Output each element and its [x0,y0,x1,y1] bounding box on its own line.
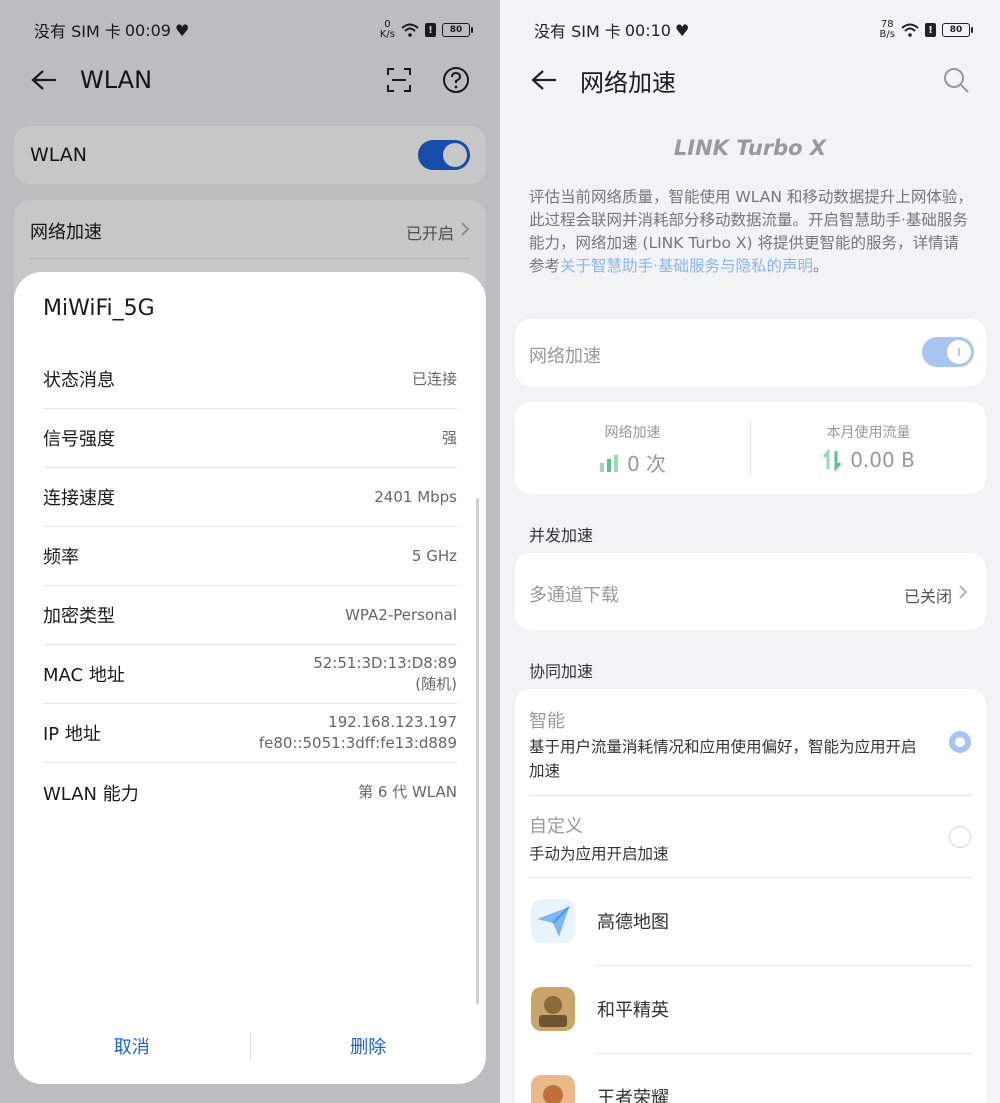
app-name: 高德地图 [597,912,669,933]
smart-mode-desc: 基于用户流量消耗情况和应用使用偏好，智能为应用开启加速 [529,738,917,780]
detail-row-ip: IP 地址 192.168.123.197 fe80::5051:3dff:fe… [43,704,457,763]
accel-description: 评估当前网络质量，智能使用 WLAN 和移动数据提升上网体验，此过程会联网并消耗… [529,188,973,275]
detail-row-signal: 信号强度 强 [43,409,457,468]
detail-row-status: 状态消息 已连接 [43,350,457,409]
multi-channel-label: 多通道下载 [529,585,619,606]
custom-mode-radio[interactable] [949,826,971,848]
wifi-icon [901,23,919,37]
smart-mode-title: 智能 [529,711,565,732]
coop-accel-card: 智能 基于用户流量消耗情况和应用使用偏好，智能为应用开启加速 自定义 手动为应用… [515,689,986,1103]
accel-toggle-label: 网络加速 [529,346,601,367]
search-icon[interactable] [942,66,970,94]
cancel-button[interactable]: 取消 [14,1033,250,1059]
detail-row-mac: MAC 地址 52:51:3D:13:D8:89 (随机) [43,645,457,704]
detail-row-link-speed: 连接速度 2401 Mbps [43,468,457,527]
privacy-statement-link[interactable]: 关于智慧助手·基础服务与隐私的声明 [560,257,813,275]
app-row-peacekeeper-elite[interactable]: 和平精英 [531,965,972,1053]
smart-mode-radio[interactable] [949,731,971,753]
chevron-right-icon [959,585,968,599]
monthly-traffic-value: 0.00 B [850,448,915,472]
details-list: 状态消息 已连接 信号强度 强 连接速度 2401 Mbps 频率 5 GHz … [43,350,457,822]
dialog-title: MiWiFi_5G [43,296,155,321]
app-name: 和平精英 [597,1000,669,1021]
title-bar: 网络加速 [530,58,970,102]
battery-icon: 80 [942,23,973,37]
bar-chart-icon [599,454,618,472]
dialog-scrollbar[interactable] [476,498,479,1004]
app-row-amap[interactable]: 高德地图 [531,877,972,965]
back-arrow-icon[interactable] [530,66,558,94]
honor-of-kings-app-icon [531,1075,575,1103]
accel-count-value: 0 次 [626,452,667,476]
dialog-actions: 取消 删除 [14,1028,486,1064]
peacekeeper-elite-app-icon [531,987,575,1031]
network-acceleration-screen: 没有 SIM 卡 00:10 ♥ 78 B/s ! 80 网络加速 LINK T… [500,0,1000,1103]
up-down-arrows-icon [823,449,842,471]
accel-toggle-row[interactable]: 网络加速 [515,319,986,386]
net-speed: 78 B/s [879,19,895,40]
delete-button[interactable]: 删除 [251,1033,487,1059]
accel-switch[interactable] [922,337,974,367]
accel-stats-card: 网络加速 0 次 本月使用流量 0.00 B [515,402,986,494]
concurrent-accel-header: 并发加速 [529,526,594,545]
wlan-settings-screen: 没有 SIM 卡 00:09 ♥ 0 K/s ! 80 WLAN WLAN 网络… [0,0,500,1103]
accel-count-label: 网络加速 [604,425,661,441]
link-turbo-logo: LINK Turbo X [673,136,827,160]
multi-channel-value: 已关闭 [903,587,952,606]
smart-mode-option[interactable]: 智能 基于用户流量消耗情况和应用使用偏好，智能为应用开启加速 [515,689,986,795]
app-row-honor-of-kings[interactable]: 王者荣耀 [531,1053,972,1103]
no-sim-icon: ! [925,23,936,37]
custom-mode-title: 自定义 [529,816,583,837]
clock-text: 00:10 [624,20,671,40]
coop-accel-header: 协同加速 [529,662,594,681]
monthly-traffic-label: 本月使用流量 [826,425,911,441]
multi-channel-download-row[interactable]: 多通道下载 已关闭 [515,553,986,630]
custom-mode-desc: 手动为应用开启加速 [529,845,669,863]
detail-row-frequency: 频率 5 GHz [43,527,457,586]
custom-mode-option[interactable]: 自定义 手动为应用开启加速 [515,796,986,877]
network-details-dialog: MiWiFi_5G 状态消息 已连接 信号强度 强 连接速度 2401 Mbps… [14,272,486,1084]
detail-row-security: 加密类型 WPA2-Personal [43,586,457,645]
app-name: 王者荣耀 [597,1088,669,1103]
status-bar: 没有 SIM 卡 00:10 ♥ 78 B/s ! 80 [534,16,973,44]
detail-row-wlan-capability: WLAN 能力 第 6 代 WLAN [43,783,457,805]
heart-icon: ♥ [674,20,690,40]
page-title: 网络加速 [580,68,676,97]
carrier-text: 没有 SIM 卡 [534,22,621,41]
amap-app-icon [531,899,575,943]
